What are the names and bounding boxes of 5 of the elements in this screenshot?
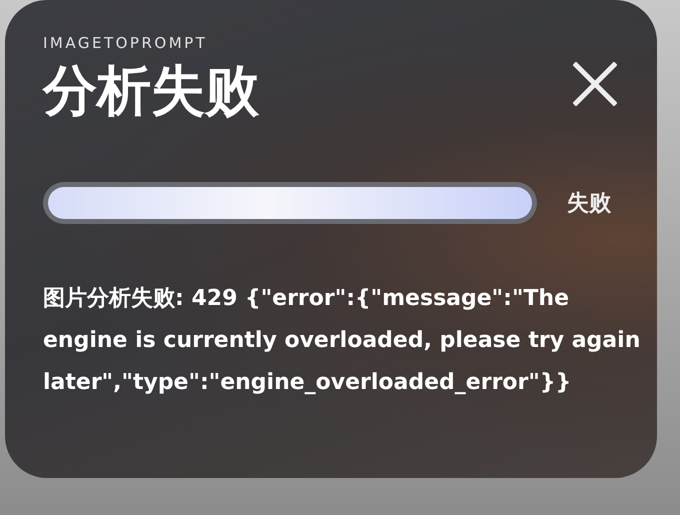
close-icon[interactable] — [573, 62, 617, 106]
progress-status: 失败 — [567, 190, 611, 218]
dialog-title: 分析失败 — [43, 58, 259, 124]
error-message: 图片分析失败: 429 {"error":{"message":"The engine is currently overloaded, please try again later","type":"engine_overloaded_error"}} — [43, 285, 642, 397]
app-name: IMAGETOPROMPT — [43, 34, 208, 52]
